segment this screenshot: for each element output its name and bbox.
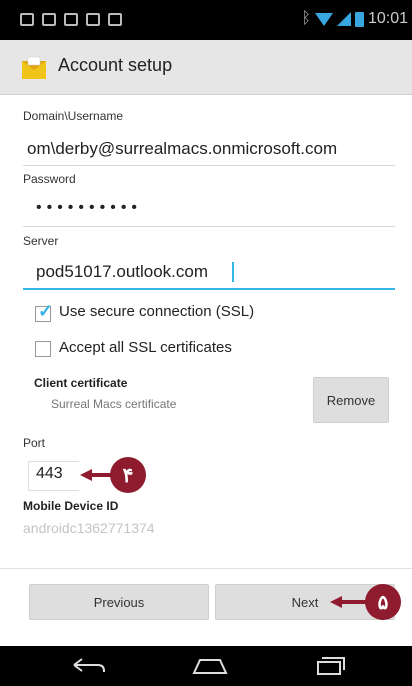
- battery-icon: [354, 11, 364, 27]
- status-bar: ᛒ 10:01: [0, 0, 412, 40]
- accept-ssl-checkbox[interactable]: [35, 341, 51, 357]
- password-underline: [23, 226, 395, 227]
- remove-button[interactable]: Remove: [313, 377, 389, 423]
- mobile-device-id-value: androidc1362771374: [23, 520, 155, 536]
- callout-arrow-5: [330, 596, 370, 608]
- previous-button[interactable]: Previous: [29, 584, 209, 620]
- navigation-bar: [0, 646, 412, 686]
- ssl-label: Use secure connection (SSL): [59, 303, 255, 320]
- server-input[interactable]: pod51017.outlook.com: [36, 262, 208, 282]
- facebook-notification-icon: [42, 13, 56, 26]
- bluetooth-icon: ᛒ: [301, 10, 311, 27]
- server-label: Server: [23, 234, 59, 248]
- client-certificate-title: Client certificate: [34, 376, 128, 390]
- domain-username-input[interactable]: om\derby@surrealmacs.onmicrosoft.com: [27, 139, 407, 159]
- email-app-icon: [22, 56, 46, 79]
- chat-notification-icon: [108, 13, 122, 26]
- password-input[interactable]: ••••••••••: [36, 199, 142, 217]
- domain-underline: [23, 165, 395, 166]
- mail-notification-icon: [20, 13, 34, 26]
- calendar-notification-icon: [64, 13, 78, 26]
- recent-apps-icon[interactable]: [310, 656, 350, 676]
- domain-username-label: Domain\Username: [23, 109, 124, 123]
- password-label: Password: [23, 172, 76, 186]
- status-right: ᛒ 10:01: [301, 10, 408, 28]
- checkmark-icon: ✓: [38, 301, 54, 321]
- clock: 10:01: [367, 10, 408, 27]
- page-title: Account setup: [58, 55, 173, 75]
- port-label: Port: [23, 436, 46, 450]
- callout-marker-4: ۴: [110, 457, 146, 493]
- port-input[interactable]: 443: [36, 465, 63, 483]
- text-cursor: [232, 262, 234, 282]
- button-bar-divider: [0, 568, 412, 569]
- wifi-icon: [314, 12, 333, 26]
- ssl-checkbox[interactable]: ✓: [35, 301, 53, 322]
- server-focus-underline: [23, 288, 395, 290]
- home-icon[interactable]: [190, 656, 230, 676]
- media-notification-icon: [86, 13, 100, 26]
- mobile-device-id-label: Mobile Device ID: [23, 499, 119, 513]
- callout-marker-5: ۵: [365, 584, 401, 620]
- back-icon[interactable]: [68, 656, 108, 676]
- client-certificate-value: Surreal Macs certificate: [51, 397, 177, 411]
- accept-ssl-label: Accept all SSL certificates: [59, 339, 232, 356]
- signal-icon: [336, 12, 351, 26]
